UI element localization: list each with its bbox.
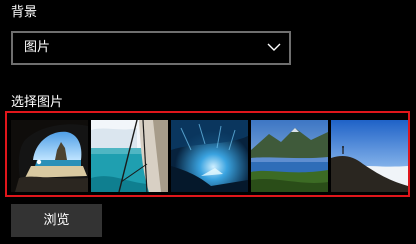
choose-picture-label: 选择图片 [11,95,64,110]
thumbnail-cave-beach[interactable] [11,120,88,192]
background-label: 背景 [11,5,38,20]
chevron-down-icon [267,43,281,51]
thumbnail-mountain-lake[interactable] [251,120,328,192]
background-type-dropdown[interactable]: 图片 [11,31,291,65]
dropdown-selected-value: 图片 [24,40,51,55]
thumbnail-coastal-cliff[interactable] [91,120,168,192]
thumbnail-hill-sky[interactable] [331,120,408,192]
thumbnail-ice-cave[interactable] [171,120,248,192]
browse-button[interactable]: 浏览 [11,204,102,237]
